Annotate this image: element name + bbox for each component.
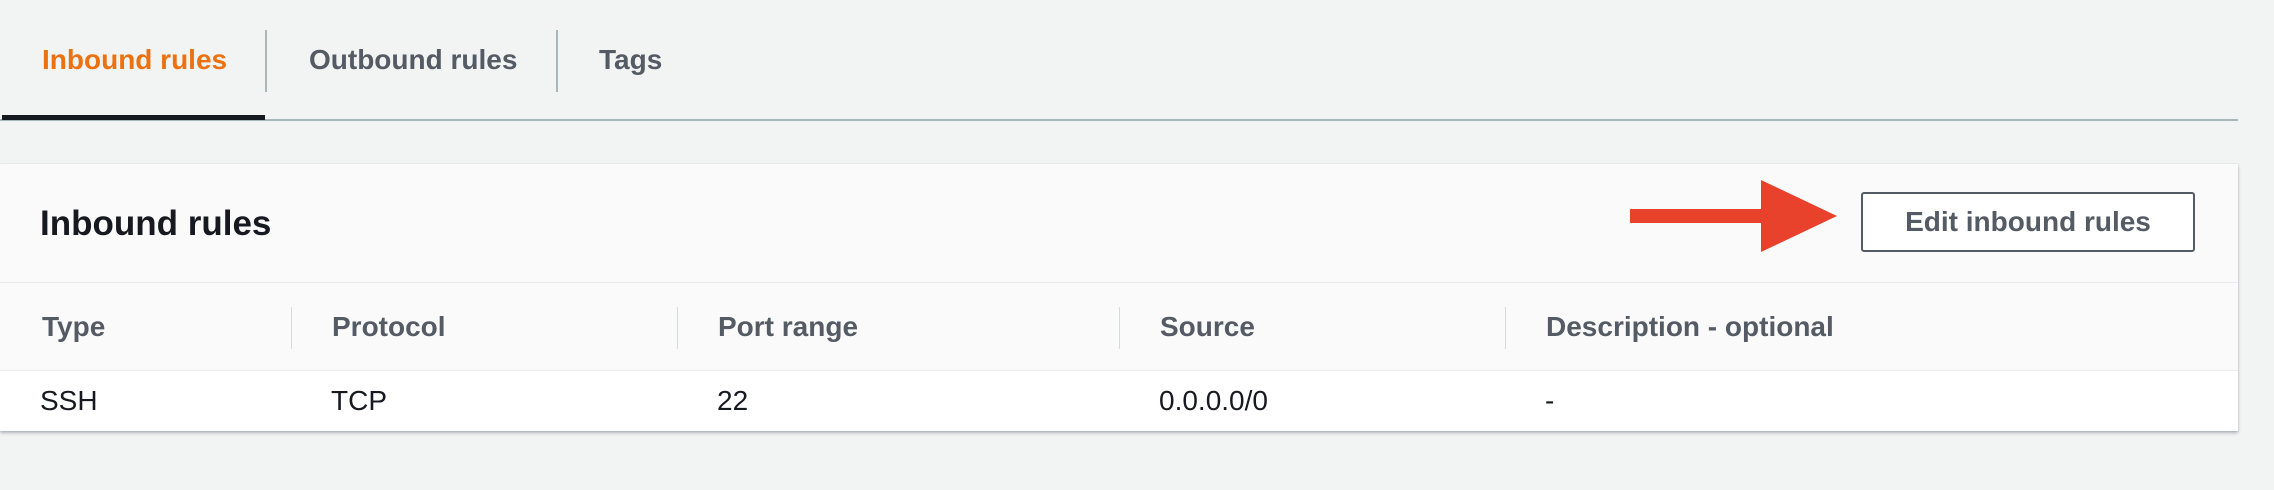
edit-button-label: Edit inbound rules bbox=[1905, 206, 2151, 237]
security-group-rules-view: Inbound rules Outbound rules Tags Inboun… bbox=[0, 0, 2274, 490]
cell-source: 0.0.0.0/0 bbox=[1159, 385, 1268, 416]
inbound-rules-panel: Inbound rules Edit inbound rules Type Pr… bbox=[0, 164, 2238, 431]
column-resizer[interactable] bbox=[1119, 307, 1120, 349]
column-header-protocol[interactable]: Protocol bbox=[332, 283, 446, 371]
table-row: SSH TCP 22 0.0.0.0/0 - bbox=[0, 371, 2238, 431]
column-resizer[interactable] bbox=[1505, 307, 1506, 349]
column-resizer[interactable] bbox=[677, 307, 678, 349]
column-header-port-range[interactable]: Port range bbox=[718, 283, 858, 371]
right-arrow-icon bbox=[1630, 180, 1837, 252]
tab-divider bbox=[556, 30, 558, 92]
column-header-description[interactable]: Description - optional bbox=[1546, 283, 1834, 371]
edit-inbound-rules-button[interactable]: Edit inbound rules bbox=[1861, 192, 2195, 252]
tab-outbound-rules[interactable]: Outbound rules bbox=[309, 0, 517, 119]
column-header-type[interactable]: Type bbox=[42, 283, 105, 371]
cell-description: - bbox=[1545, 385, 1555, 416]
panel-header: Inbound rules Edit inbound rules bbox=[0, 164, 2238, 283]
tab-label: Inbound rules bbox=[42, 43, 228, 75]
cell-type: SSH bbox=[40, 385, 98, 416]
column-resizer[interactable] bbox=[291, 307, 292, 349]
column-header-source[interactable]: Source bbox=[1160, 283, 1255, 371]
tab-bar: Inbound rules Outbound rules Tags bbox=[0, 0, 2238, 121]
table-header: Type Protocol Port range Source Descript… bbox=[0, 283, 2238, 371]
tab-label: Outbound rules bbox=[309, 43, 518, 75]
cell-port-range: 22 bbox=[717, 385, 749, 416]
panel-title: Inbound rules bbox=[40, 203, 272, 243]
cell-protocol: TCP bbox=[331, 385, 387, 416]
tab-divider bbox=[265, 30, 267, 92]
active-tab-indicator bbox=[2, 115, 265, 120]
tab-label: Tags bbox=[599, 43, 663, 75]
tab-tags[interactable]: Tags bbox=[599, 0, 662, 119]
tab-inbound-rules[interactable]: Inbound rules bbox=[42, 0, 227, 119]
